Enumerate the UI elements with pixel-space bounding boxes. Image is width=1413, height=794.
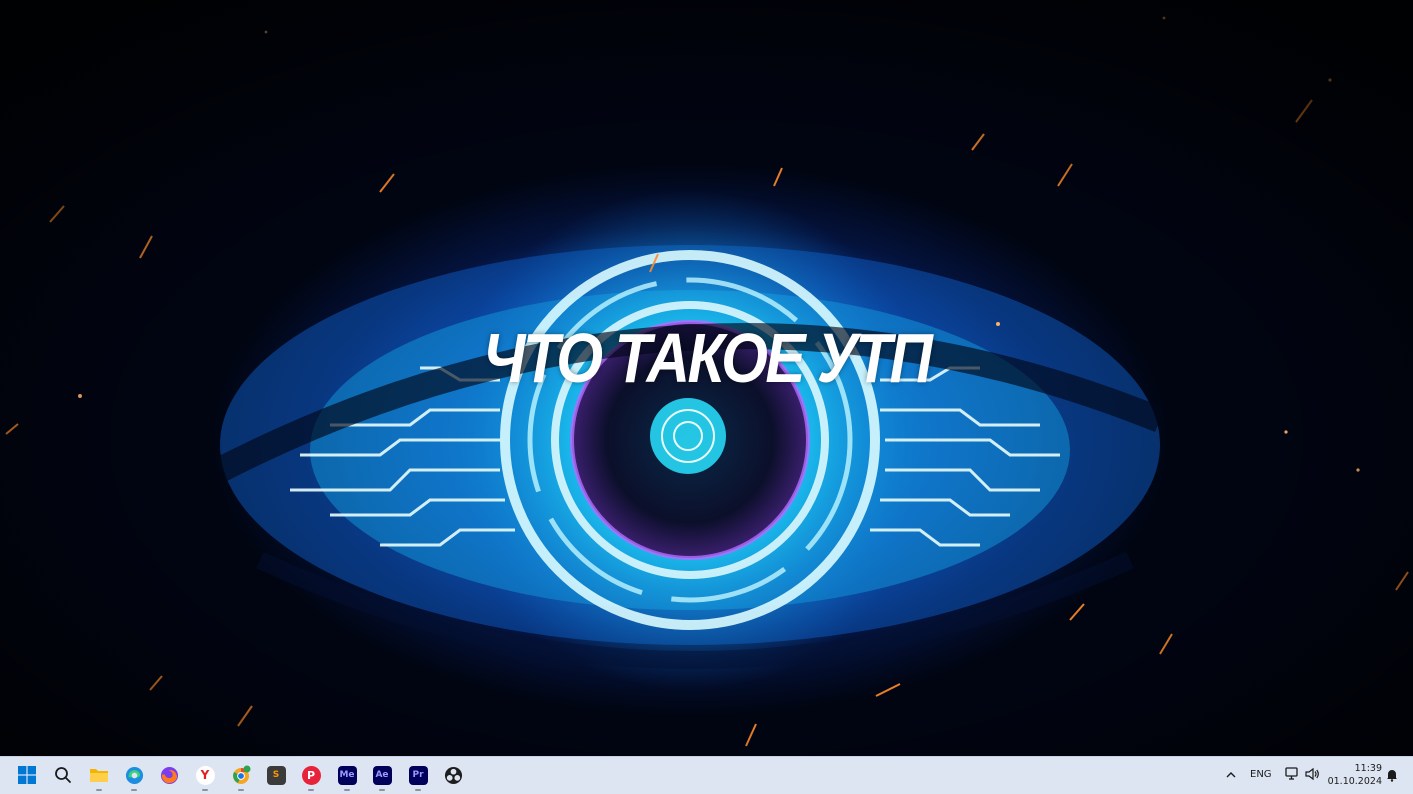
desktop[interactable]: ЧТО ТАКОЕ УТП <box>0 0 1413 756</box>
folder-icon <box>90 769 108 782</box>
chevron-up-icon <box>1226 772 1236 778</box>
premiere-pro-icon: Pr <box>408 765 428 785</box>
windows-logo-icon <box>18 766 36 784</box>
sublime-icon: S <box>266 765 286 785</box>
clock-time: 11:39 <box>1354 763 1382 774</box>
search-button[interactable] <box>50 762 76 788</box>
yandex-icon: Y <box>195 765 215 785</box>
taskbar-app-firefox[interactable] <box>156 762 182 788</box>
clock-date: 01.10.2024 <box>1327 776 1382 787</box>
running-indicator <box>202 789 208 791</box>
taskbar-app-premiere-pro[interactable]: Pr <box>405 762 431 791</box>
volume-icon[interactable] <box>1304 766 1320 782</box>
taskbar-app-obs[interactable] <box>440 762 466 788</box>
taskbar-app-edge[interactable] <box>121 762 147 791</box>
wallpaper-title: ЧТО ТАКОЕ УТП <box>482 319 933 397</box>
running-indicator <box>96 789 102 791</box>
running-indicator <box>344 789 350 791</box>
start-button[interactable] <box>14 762 40 788</box>
rutube-icon: P <box>301 765 321 785</box>
taskbar-app-chrome-canary[interactable] <box>228 762 254 791</box>
taskbar-app-sublime-text[interactable]: S <box>263 762 289 788</box>
edge-icon <box>125 766 143 784</box>
taskbar-app-after-effects[interactable]: Ae <box>369 762 395 791</box>
taskbar-app-rutube[interactable]: P <box>298 762 324 791</box>
network-icon[interactable] <box>1284 766 1300 782</box>
taskbar-app-yandex-browser[interactable]: Y <box>192 762 218 791</box>
running-indicator <box>131 789 137 791</box>
running-indicator <box>238 789 244 791</box>
running-indicator <box>308 789 314 791</box>
media-encoder-icon: Me <box>337 765 357 785</box>
firefox-icon <box>160 766 178 784</box>
chrome-canary-icon <box>233 765 251 784</box>
show-hidden-icons-button[interactable] <box>1222 766 1240 784</box>
taskbar-app-media-encoder[interactable]: Me <box>334 762 360 791</box>
clock[interactable]: 11:39 01.10.2024 <box>1326 762 1382 788</box>
taskbar: Y S P Me Ae Pr ENG 11:39 01.10.2024 <box>0 756 1413 794</box>
after-effects-icon: Ae <box>372 765 392 785</box>
notification-bell-icon[interactable] <box>1385 768 1399 782</box>
language-indicator[interactable]: ENG <box>1250 769 1272 780</box>
obs-icon <box>444 766 462 784</box>
running-indicator <box>379 789 385 791</box>
taskbar-app-file-explorer[interactable] <box>86 762 112 791</box>
running-indicator <box>415 789 421 791</box>
search-icon <box>55 767 71 783</box>
